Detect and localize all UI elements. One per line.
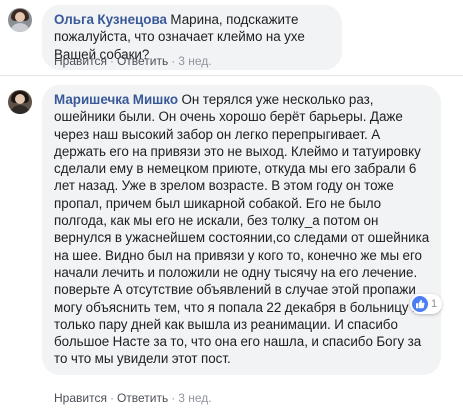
like-link[interactable]: Нравится xyxy=(54,54,107,68)
comment-time[interactable]: 3 нед. xyxy=(178,391,211,405)
comment-time[interactable]: 3 нед. xyxy=(178,54,211,68)
comment-author[interactable]: Ольга Кузнецова xyxy=(54,12,167,27)
separator: · xyxy=(171,54,176,68)
comment-actions: Нравится · Ответить · 3 нед. xyxy=(54,54,212,68)
reaction-badge[interactable]: 1 xyxy=(410,294,443,314)
comment-text: Маришечка Мишко Он терялся уже несколько… xyxy=(54,91,431,368)
avatar[interactable] xyxy=(8,8,32,32)
separator: · xyxy=(109,54,114,68)
reply-link[interactable]: Ответить xyxy=(117,391,168,405)
comment-author[interactable]: Маришечка Мишко xyxy=(54,92,178,107)
reaction-count: 1 xyxy=(431,298,438,310)
like-icon xyxy=(412,296,428,312)
reply-link[interactable]: Ответить xyxy=(117,54,168,68)
comment-body: Он терялся уже несколько раз, ошейники б… xyxy=(54,92,430,367)
comment-bubble: Маришечка Мишко Он терялся уже несколько… xyxy=(42,85,441,375)
divider xyxy=(0,75,463,76)
like-link[interactable]: Нравится xyxy=(54,391,107,405)
comment-actions: Нравится · Ответить · 3 нед. xyxy=(54,391,212,405)
avatar[interactable] xyxy=(8,90,32,114)
separator: · xyxy=(109,391,114,405)
separator: · xyxy=(171,391,176,405)
